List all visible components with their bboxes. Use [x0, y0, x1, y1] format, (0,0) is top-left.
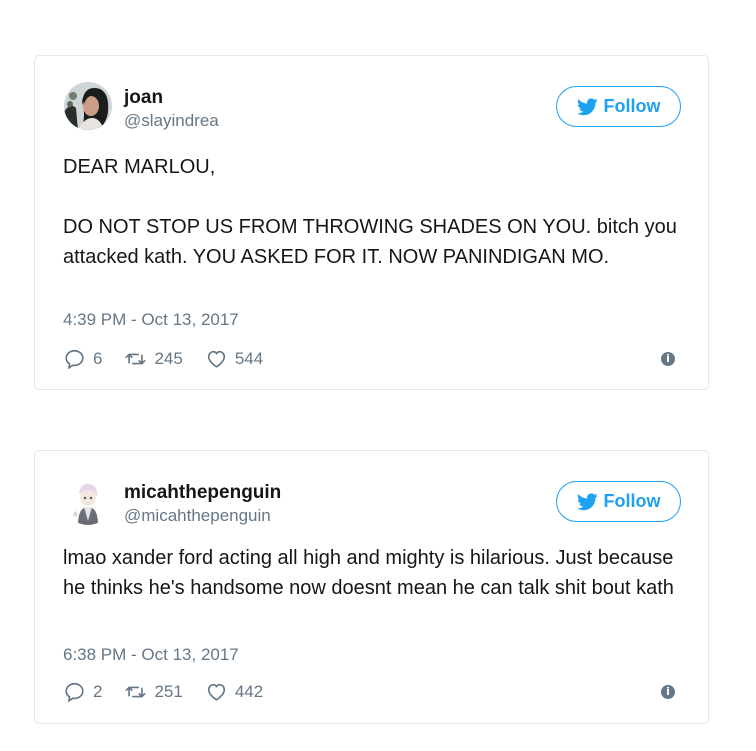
tweet-card: joan @slayindrea Follow DEAR MARLOU, DO … [34, 55, 709, 390]
tweet-text: lmao xander ford acting all high and mig… [63, 543, 688, 603]
heart-icon [207, 350, 225, 368]
retweet-icon [125, 353, 146, 365]
info-icon[interactable]: i [661, 685, 675, 699]
user-handle[interactable]: @slayindrea [124, 111, 219, 131]
heart-icon [207, 683, 225, 701]
like-action[interactable]: 442 [205, 681, 263, 703]
retweet-action[interactable]: 251 [124, 681, 183, 703]
twitter-bird-icon [576, 492, 598, 510]
tweet-text: DEAR MARLOU, DO NOT STOP US FROM THROWIN… [63, 152, 688, 272]
user-handle[interactable]: @micahthepenguin [124, 506, 271, 526]
display-name[interactable]: micahthepenguin [124, 482, 281, 504]
timestamp[interactable]: 6:38 PM - Oct 13, 2017 [63, 645, 239, 665]
tweet-text-body: DEAR MARLOU, DO NOT STOP US FROM THROWIN… [63, 156, 677, 268]
retweet-icon [125, 686, 146, 698]
follow-button[interactable]: Follow [556, 481, 681, 522]
action-bar: 6 245 544 i [63, 347, 680, 371]
avatar[interactable] [64, 477, 112, 525]
reply-action[interactable]: 2 [63, 681, 102, 703]
retweet-count: 245 [154, 349, 183, 368]
retweet-action[interactable]: 245 [124, 348, 183, 370]
reply-action[interactable]: 6 [63, 348, 102, 370]
tweet-card: micahthepenguin @micahthepenguin Follow … [34, 450, 709, 724]
reply-count: 2 [93, 682, 103, 701]
reply-count: 6 [93, 349, 103, 368]
like-action[interactable]: 544 [205, 348, 263, 370]
reply-icon [65, 682, 84, 703]
follow-label: Follow [603, 491, 661, 511]
display-name[interactable]: joan [124, 87, 163, 109]
twitter-bird-icon [576, 97, 598, 115]
action-bar: 2 251 442 i [63, 680, 680, 704]
timestamp[interactable]: 4:39 PM - Oct 13, 2017 [63, 310, 239, 330]
retweet-count: 251 [154, 682, 183, 701]
like-count: 544 [234, 349, 264, 368]
like-count: 442 [234, 682, 264, 701]
follow-label: Follow [603, 96, 661, 116]
info-icon[interactable]: i [661, 352, 675, 366]
avatar[interactable] [64, 82, 112, 130]
follow-button[interactable]: Follow [556, 86, 681, 127]
reply-icon [65, 349, 84, 370]
tweet-text-body: lmao xander ford acting all high and mig… [63, 547, 674, 599]
